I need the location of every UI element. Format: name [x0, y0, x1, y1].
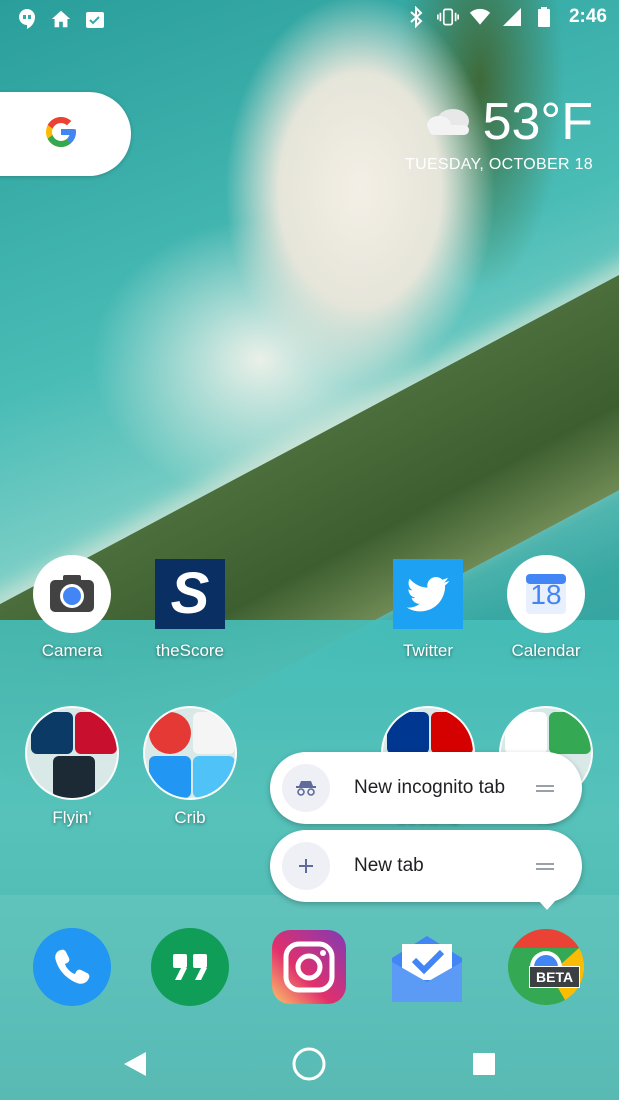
- inbox-icon: [388, 936, 466, 1010]
- bluetooth-icon: [405, 6, 427, 28]
- alaska-airlines-icon: [31, 712, 73, 754]
- plus-icon: [282, 842, 330, 890]
- back-button[interactable]: [122, 1050, 148, 1083]
- dock-chrome-beta[interactable]: BETA: [507, 928, 585, 1006]
- status-bar: 2:46: [0, 0, 619, 38]
- google-home-icon: [149, 756, 191, 798]
- hangouts-notification-icon: [16, 8, 38, 30]
- svg-text:S: S: [171, 561, 210, 626]
- folder-label: Crib: [174, 808, 206, 827]
- beta-badge: BETA: [529, 966, 581, 988]
- chrome-beta-icon: [507, 928, 585, 1010]
- thescore-icon: S: [151, 555, 229, 633]
- play-store-icon: [505, 712, 547, 754]
- shortcut-new-incognito-tab[interactable]: New incognito tab: [270, 752, 582, 824]
- cloudy-icon: [423, 103, 473, 142]
- uber-icon: [53, 756, 95, 798]
- folder-crib[interactable]: Crib: [135, 706, 245, 828]
- dock-phone[interactable]: [33, 928, 111, 1006]
- folder-label: Flyin': [52, 808, 92, 827]
- drag-handle-icon[interactable]: [536, 782, 554, 795]
- app-thescore[interactable]: S theScore: [135, 555, 245, 661]
- weather-widget[interactable]: 53°F TUESDAY, OCTOBER 18: [405, 92, 593, 174]
- app-twitter[interactable]: Twitter: [373, 555, 483, 661]
- dock-inbox[interactable]: [388, 928, 466, 1006]
- shortcut-pointer: [538, 900, 556, 910]
- incognito-icon: [282, 764, 330, 812]
- app-label: Calendar: [511, 641, 581, 660]
- navigation-bar: [0, 1030, 619, 1100]
- google-g-icon: [43, 114, 79, 155]
- dock-instagram[interactable]: [270, 928, 348, 1006]
- app-calendar[interactable]: 18 Calendar: [491, 555, 601, 661]
- maps-icon: [549, 712, 591, 754]
- bell-icon: [193, 756, 235, 798]
- weather-date: TUESDAY, OCTOBER 18: [405, 156, 593, 173]
- instagram-icon: [270, 930, 348, 1010]
- dock-hangouts[interactable]: [151, 928, 229, 1006]
- crib-app-icon: [149, 712, 191, 754]
- wifi-icon: [469, 6, 491, 28]
- shortcut-new-tab[interactable]: New tab: [270, 830, 582, 902]
- eero-icon: [193, 712, 235, 754]
- signal-icon: [501, 6, 523, 28]
- drag-handle-icon[interactable]: [536, 860, 554, 873]
- folder-icon: [143, 706, 237, 800]
- watch-espn-icon: [431, 712, 473, 754]
- folder-icon: [25, 706, 119, 800]
- task-notification-icon: [84, 8, 106, 30]
- clock: 2:46: [568, 6, 607, 27]
- app-camera[interactable]: Camera: [17, 555, 127, 661]
- home-notification-icon: [50, 8, 72, 30]
- twitter-icon: [389, 555, 467, 633]
- delta-icon: [75, 712, 117, 754]
- folder-flyin[interactable]: Flyin': [17, 706, 127, 828]
- camera-icon: [33, 555, 111, 633]
- vibrate-icon: [436, 6, 459, 28]
- google-search-widget[interactable]: [0, 92, 131, 176]
- app-label: Twitter: [402, 641, 454, 660]
- calendar-day: 18: [530, 579, 562, 610]
- home-button[interactable]: [291, 1046, 327, 1087]
- phone-icon: [33, 928, 111, 1010]
- playstation-icon: [387, 712, 429, 754]
- calendar-icon: 18: [507, 555, 585, 633]
- battery-icon: [533, 6, 555, 28]
- temperature: 53°F: [482, 93, 593, 151]
- app-label: Camera: [41, 641, 103, 660]
- shortcut-label: New tab: [354, 855, 424, 876]
- hangouts-icon: [151, 928, 229, 1010]
- shortcut-label: New incognito tab: [354, 777, 506, 798]
- recents-button[interactable]: [472, 1052, 496, 1081]
- app-label: theScore: [155, 641, 225, 660]
